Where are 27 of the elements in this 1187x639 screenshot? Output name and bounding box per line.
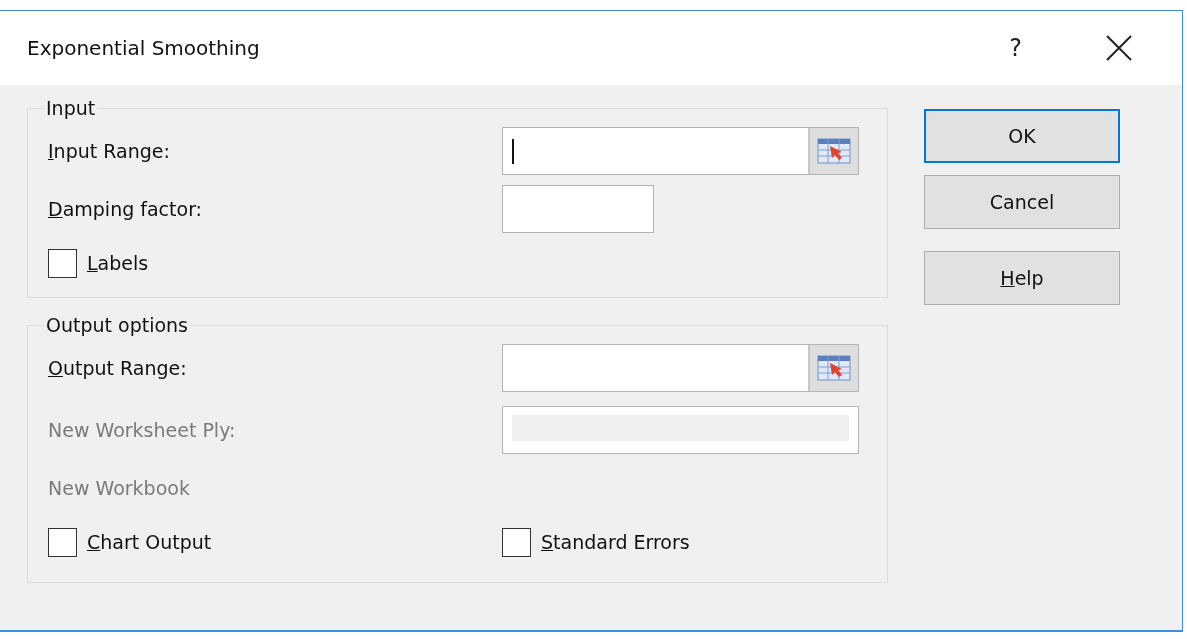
range-picker-icon [817,355,851,381]
range-picker-button[interactable] [808,345,858,391]
group-title: Output options [45,314,190,336]
range-picker-icon [817,138,851,164]
dialog-button[interactable]: OK [924,109,1120,163]
dialog-button[interactable]: Help [924,251,1120,305]
dialog-button[interactable]: Cancel [924,175,1120,229]
checkbox[interactable] [48,248,77,278]
checkbox-label: Standard Errors [541,531,690,553]
field-label: New Workbook [48,477,191,499]
checkbox[interactable] [48,527,77,557]
checkbox[interactable] [502,527,531,557]
field-label: New Worksheet Ply: [48,419,237,441]
field-label: Damping factor: [48,198,203,220]
input-field[interactable] [502,344,859,392]
checkbox-label: Chart Output [87,531,212,553]
group-title: Input [45,97,97,119]
text-caret [512,139,514,164]
input-field[interactable] [502,127,859,175]
field-label: Input Range: [48,140,171,162]
range-picker-button[interactable] [808,128,858,174]
close-icon[interactable] [1106,35,1132,61]
field-label: Output Range: [48,357,188,379]
input-field[interactable] [502,185,654,233]
window-title: Exponential Smoothing [27,36,261,60]
help-button[interactable]: ? [1005,34,1026,62]
checkbox-label: Labels [87,252,149,274]
